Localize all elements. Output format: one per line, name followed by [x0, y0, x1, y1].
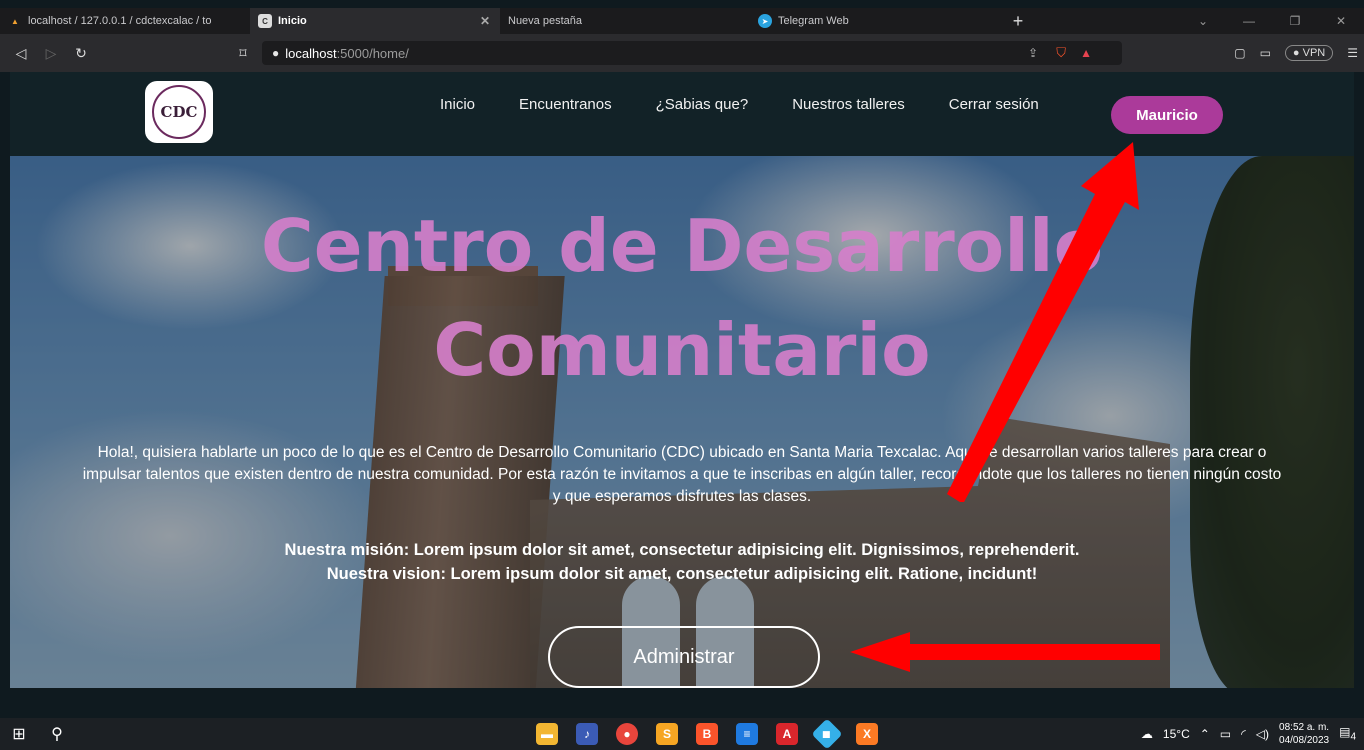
- weather-temp[interactable]: 15°C: [1163, 727, 1190, 741]
- vpn-button[interactable]: ● VPN: [1284, 45, 1334, 61]
- main-nav: Inicio Encuentranos ¿Sabias que? Nuestro…: [440, 96, 1083, 113]
- web-page: CDC Inicio Encuentranos ¿Sabias que? Nue…: [10, 72, 1354, 718]
- tab-search-icon[interactable]: ⌄: [1180, 8, 1226, 34]
- minimize-icon[interactable]: —: [1226, 8, 1272, 34]
- sidebar-icon[interactable]: ▢: [1234, 46, 1245, 60]
- mission-vision-block: Nuestra misión: Lorem ipsum dolor sit am…: [80, 538, 1284, 586]
- windows-start-icon[interactable]: ⊞: [0, 724, 38, 744]
- tab-title: Inicio: [278, 15, 307, 27]
- volume-icon[interactable]: ◁): [1256, 727, 1269, 741]
- annotation-arrow-to-user: [947, 142, 1139, 502]
- address-bar[interactable]: ● localhost:5000/home/ ⇪ ⛉ ▲: [262, 41, 1122, 65]
- bookmark-icon[interactable]: ⌑: [228, 45, 258, 62]
- mission-text: Nuestra misión: Lorem ipsum dolor sit am…: [284, 541, 1080, 559]
- site-logo[interactable]: CDC: [145, 81, 213, 143]
- wallet-icon[interactable]: ▭: [1260, 46, 1271, 60]
- tab-nueva-pestana[interactable]: Nueva pestaña: [500, 8, 750, 34]
- nav-encuentranos[interactable]: Encuentranos: [519, 96, 612, 113]
- url-path: :5000/home/: [336, 45, 409, 61]
- clock[interactable]: 08:52 a. m. 04/08/2023: [1279, 721, 1329, 747]
- tab-inicio[interactable]: C Inicio ✕: [250, 8, 500, 34]
- tab-phpmyadmin[interactable]: ▲ localhost / 127.0.0.1 / cdctexcalac / …: [0, 8, 250, 34]
- nav-nuestros-talleres[interactable]: Nuestros talleres: [792, 96, 905, 113]
- logo-text: CDC: [160, 103, 198, 121]
- reload-icon[interactable]: ↻: [66, 45, 96, 62]
- vision-text: Nuestra vision: Lorem ipsum dolor sit am…: [326, 565, 1038, 583]
- phpmyadmin-icon: ▲: [11, 16, 19, 26]
- taskbar-apps: ▬ ♪ ● S B ≡ A ◆ X: [536, 718, 878, 750]
- brave-icon[interactable]: B: [696, 723, 718, 745]
- telegram-icon: ➤: [758, 14, 772, 28]
- git-icon[interactable]: ◆: [811, 718, 843, 750]
- administrar-button[interactable]: Administrar: [548, 626, 820, 688]
- tab-title: Nueva pestaña: [508, 15, 582, 27]
- site-icon: C: [258, 14, 272, 28]
- menu-icon[interactable]: ☰: [1347, 46, 1358, 60]
- brave-rewards-icon[interactable]: ▲: [1080, 46, 1092, 60]
- back-icon[interactable]: ◁: [6, 45, 36, 62]
- restore-icon[interactable]: ❐: [1272, 8, 1318, 34]
- nav-cerrar-sesion[interactable]: Cerrar sesión: [949, 96, 1039, 113]
- window-controls: ⌄ — ❐ ✕: [1180, 8, 1364, 34]
- file-explorer-icon[interactable]: ▬: [536, 723, 558, 745]
- site-info-icon[interactable]: ●: [272, 46, 279, 60]
- close-tab-icon[interactable]: ✕: [480, 14, 490, 28]
- browser-tab-strip: ▲ localhost / 127.0.0.1 / cdctexcalac / …: [0, 8, 1364, 34]
- weather-cloud-icon: ☁: [1140, 727, 1153, 741]
- tab-title: Telegram Web: [778, 15, 849, 27]
- vpn-label: VPN: [1302, 47, 1326, 59]
- tray-chevron-icon[interactable]: ⌃: [1200, 727, 1210, 741]
- tab-title: localhost / 127.0.0.1 / cdctexcalac / to: [28, 15, 212, 27]
- nav-sabias-que[interactable]: ¿Sabias que?: [656, 96, 749, 113]
- wifi-icon[interactable]: ◜: [1241, 727, 1246, 741]
- clock-time: 08:52 a. m.: [1279, 722, 1330, 733]
- battery-icon[interactable]: ▭: [1220, 727, 1231, 741]
- brave-shield-icon[interactable]: ⛉: [1056, 45, 1066, 61]
- sublime-text-icon[interactable]: S: [656, 723, 678, 745]
- notification-count: 4: [1350, 731, 1356, 743]
- chrome-icon[interactable]: ●: [616, 723, 638, 745]
- system-tray: ☁ 15°C ⌃ ▭ ◜ ◁) 08:52 a. m. 04/08/2023 ▤…: [1141, 718, 1356, 750]
- xampp-icon[interactable]: X: [856, 723, 878, 745]
- new-tab-button[interactable]: +: [1000, 8, 1036, 34]
- nav-inicio[interactable]: Inicio: [440, 96, 475, 113]
- browser-toolbar: ◁ ▷ ↻ ⌑ ● localhost:5000/home/ ⇪ ⛉ ▲ ▢ ▭…: [0, 34, 1364, 72]
- acrobat-icon[interactable]: A: [776, 723, 798, 745]
- search-icon[interactable]: ⚲: [38, 724, 76, 744]
- tab-telegram[interactable]: ➤ Telegram Web: [750, 8, 1000, 34]
- url-host: localhost: [285, 45, 337, 61]
- clock-date: 04/08/2023: [1279, 735, 1330, 746]
- user-button[interactable]: Mauricio: [1111, 96, 1223, 134]
- windows-taskbar: ⊞ ⚲ ▬ ♪ ● S B ≡ A ◆ X ☁ 15°C ⌃ ▭ ◜ ◁) 08…: [0, 718, 1364, 750]
- logo-emblem: CDC: [152, 85, 206, 139]
- app-icon[interactable]: ♪: [576, 723, 598, 745]
- annotation-arrow-to-admin: [850, 632, 1160, 672]
- share-icon[interactable]: ⇪: [1028, 46, 1038, 60]
- forward-icon[interactable]: ▷: [36, 45, 66, 62]
- document-icon[interactable]: ≡: [736, 723, 758, 745]
- toolbar-right: ▢ ▭ ● VPN ☰: [1234, 45, 1358, 61]
- notifications-icon[interactable]: ▤4: [1339, 725, 1356, 742]
- close-window-icon[interactable]: ✕: [1318, 8, 1364, 34]
